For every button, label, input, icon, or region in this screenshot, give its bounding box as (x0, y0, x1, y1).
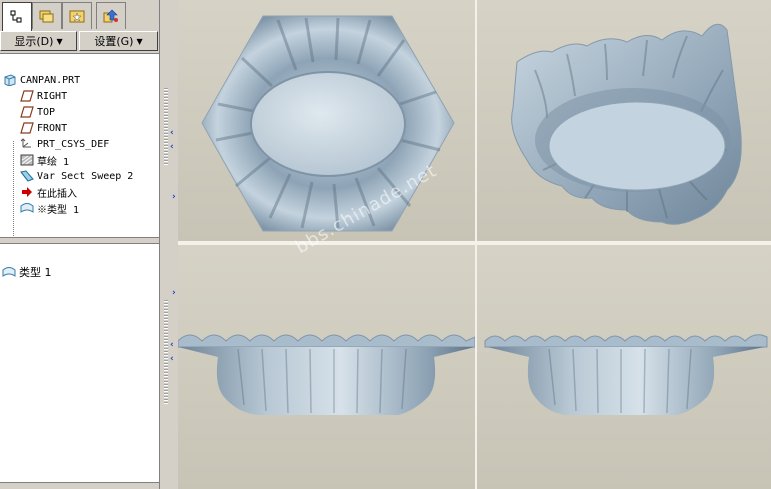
tree-item-style[interactable]: ※类型 1 (20, 200, 79, 216)
tree-item-label: 在此插入 (37, 188, 77, 200)
datum-plane-icon (20, 90, 34, 102)
collapse-chevron-icon[interactable]: ‹ (170, 142, 174, 152)
tree-item-label: Var Sect Sweep 2 (37, 170, 134, 182)
model-tree: CANPAN.PRT RIGHT TOP FRONT PRT_CSYS_DEF (0, 53, 159, 262)
navigator-toolbar: 显示(D) ▼ 设置(G) ▼ (0, 31, 160, 51)
sketch-icon (20, 154, 34, 166)
tab-connections[interactable] (96, 2, 126, 29)
tree-item-top[interactable]: TOP (20, 104, 55, 120)
tree-item-root[interactable]: CANPAN.PRT (3, 72, 80, 88)
tree-item-sketch[interactable]: 草绘 1 (20, 152, 69, 168)
sash-grip[interactable] (164, 300, 168, 404)
settings-menu-button[interactable]: 设置(G) ▼ (79, 31, 158, 51)
viewport-front-view[interactable] (178, 245, 475, 489)
collapse-chevron-icon[interactable]: ‹ (170, 340, 174, 350)
model-navigator: 显示(D) ▼ 设置(G) ▼ CANPAN.PRT RIGHT TOP FRO… (0, 0, 160, 489)
tree-item-right[interactable]: RIGHT (20, 88, 67, 104)
tree-item-label: CANPAN.PRT (20, 74, 81, 86)
show-menu-button[interactable]: 显示(D) ▼ (0, 31, 77, 51)
layer-item-label: 类型 1 (19, 266, 52, 279)
viewport-splitter-horizontal[interactable] (178, 241, 771, 245)
style-surface-icon (20, 202, 34, 214)
expand-chevron-icon[interactable]: › (172, 192, 176, 202)
tree-item-label: RIGHT (37, 90, 68, 102)
sash-grip[interactable] (164, 88, 168, 166)
tree-item-csys[interactable]: PRT_CSYS_DEF (20, 136, 109, 152)
chevron-down-icon: ▼ (56, 36, 63, 46)
tree-item-label: TOP (37, 106, 56, 118)
viewport-top-view[interactable] (178, 0, 475, 241)
expand-chevron-icon[interactable]: › (172, 288, 176, 298)
bowl-top-view-model (201, 15, 455, 232)
viewport-right-view[interactable] (477, 245, 771, 489)
datum-plane-icon (20, 122, 34, 134)
part-icon (3, 74, 17, 87)
bowl-front-view-model (178, 334, 475, 415)
tree-item-front[interactable]: FRONT (20, 120, 67, 136)
tree-item-insert-here[interactable]: 在此插入 (20, 184, 77, 200)
favorites-icon (69, 8, 85, 24)
csys-icon (20, 138, 34, 150)
tree-item-label: ※类型 1 (37, 204, 80, 216)
sweep-icon (20, 170, 34, 182)
tab-favorites[interactable] (62, 2, 92, 29)
model-tree-icon (9, 9, 25, 25)
tree-item-label: PRT_CSYS_DEF (37, 138, 110, 150)
style-surface-icon (2, 266, 16, 278)
settings-menu-label: 设置(G) (94, 35, 134, 48)
folder-browser-icon (39, 8, 55, 24)
datum-plane-icon (20, 106, 34, 118)
tab-model-tree[interactable] (2, 2, 32, 31)
tree-item-sweep[interactable]: Var Sect Sweep 2 (20, 168, 133, 184)
viewport-isometric-view[interactable] (477, 0, 771, 241)
tree-item-label: FRONT (37, 122, 68, 134)
chevron-down-icon: ▼ (136, 36, 143, 46)
tab-folder-browser[interactable] (32, 2, 62, 29)
layer-item-style[interactable]: 类型 1 (2, 264, 52, 280)
bowl-isometric-model (511, 23, 742, 225)
navigator-tabs (0, 0, 160, 31)
collapse-chevron-icon[interactable]: ‹ (170, 128, 174, 138)
show-menu-label: 显示(D) (14, 35, 54, 48)
collapse-chevron-icon[interactable]: ‹ (170, 354, 174, 364)
bowl-right-view-model (484, 334, 768, 415)
layer-list: 类型 1 (0, 243, 159, 483)
navigator-sash[interactable]: ‹ ‹ › › ‹ ‹ (160, 0, 178, 489)
connections-icon (103, 8, 119, 24)
insert-here-arrow-icon (20, 186, 34, 198)
tree-item-label: 草绘 1 (37, 156, 70, 168)
